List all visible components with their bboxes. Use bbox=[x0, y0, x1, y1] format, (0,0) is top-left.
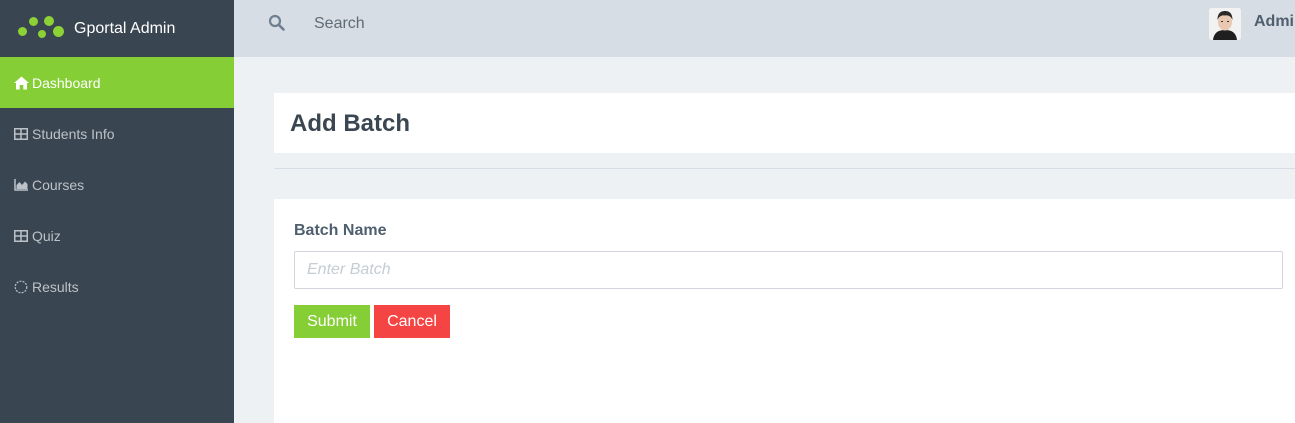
page-title: Add Batch bbox=[290, 110, 410, 137]
sidebar: Gportal Admin Dashboard Students Info Co… bbox=[0, 0, 234, 423]
area-chart-icon bbox=[14, 178, 32, 192]
sidebar-item-label: Results bbox=[32, 278, 79, 295]
divider bbox=[274, 168, 1295, 169]
sidebar-nav: Dashboard Students Info Courses Quiz Res… bbox=[0, 57, 234, 312]
brand-logo-icon bbox=[18, 15, 65, 42]
home-icon bbox=[14, 76, 32, 90]
user-name[interactable]: Admi bbox=[1254, 13, 1294, 31]
search-input[interactable] bbox=[304, 12, 604, 36]
table-icon bbox=[14, 229, 32, 243]
add-batch-form: Batch Name Submit Cancel bbox=[274, 199, 1295, 423]
title-card: Add Batch bbox=[274, 93, 1295, 153]
brand[interactable]: Gportal Admin bbox=[0, 0, 234, 57]
sidebar-item-students-info[interactable]: Students Info bbox=[0, 108, 234, 159]
table-icon bbox=[14, 127, 32, 141]
sidebar-item-label: Courses bbox=[32, 176, 85, 193]
avatar[interactable] bbox=[1209, 8, 1241, 40]
batch-name-input[interactable] bbox=[294, 251, 1283, 289]
brand-title: Gportal Admin bbox=[74, 19, 176, 37]
sidebar-item-dashboard[interactable]: Dashboard bbox=[0, 57, 234, 108]
sidebar-item-label: Dashboard bbox=[32, 74, 101, 91]
sidebar-item-label: Students Info bbox=[32, 125, 115, 142]
sidebar-item-label: Quiz bbox=[32, 227, 61, 244]
search-icon[interactable] bbox=[268, 14, 286, 32]
sidebar-item-results[interactable]: Results bbox=[0, 261, 234, 312]
sidebar-item-courses[interactable]: Courses bbox=[0, 159, 234, 210]
submit-button[interactable]: Submit bbox=[294, 305, 370, 338]
circle-notch-icon bbox=[14, 280, 32, 294]
sidebar-item-quiz[interactable]: Quiz bbox=[0, 210, 234, 261]
top-header: Admi bbox=[234, 0, 1295, 57]
batch-name-label: Batch Name bbox=[294, 222, 387, 239]
cancel-button[interactable]: Cancel bbox=[374, 305, 450, 338]
